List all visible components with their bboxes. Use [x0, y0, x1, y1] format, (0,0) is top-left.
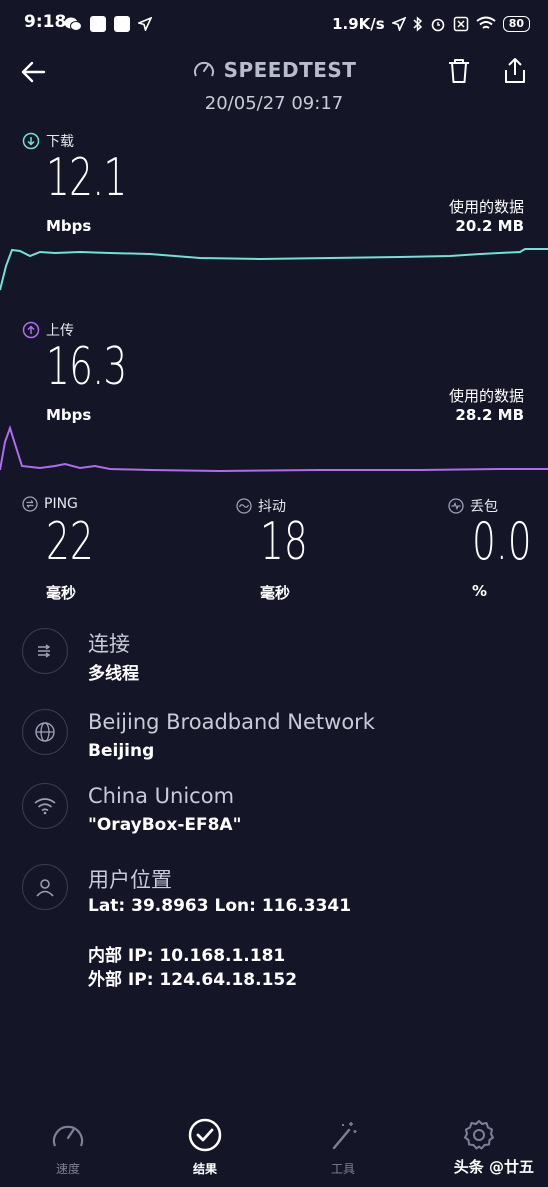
wifi-icon-wrap: [22, 783, 68, 829]
location-arrow-icon: [138, 17, 152, 31]
status-time: 9:18: [24, 12, 67, 32]
download-graph: [0, 248, 548, 291]
telegram-icon: [114, 16, 130, 32]
upload-used-value: 28.2 MB: [455, 406, 524, 424]
upload-graph: [0, 424, 548, 473]
ping-unit: 毫秒: [46, 584, 77, 602]
connection-sub: 多线程: [88, 664, 139, 684]
check-circle-icon: [188, 1118, 222, 1152]
jitter-unit: 毫秒: [260, 584, 291, 602]
nav-tools-label: 工具: [330, 1162, 355, 1176]
ping-icon: [22, 496, 38, 512]
connection-title: 连接: [88, 632, 130, 656]
nav-speed-label: 速度: [55, 1162, 80, 1176]
location-icon-wrap: [22, 864, 68, 910]
external-ip: 外部 IP: 124.64.18.152: [88, 970, 298, 990]
user-icon: [36, 879, 54, 897]
network-speed: 1.9K/s: [332, 15, 385, 33]
nav-tools[interactable]: 工具: [288, 1118, 398, 1177]
ping-value: 22: [46, 512, 94, 572]
ping-label-text: PING: [44, 496, 78, 512]
wifi-title: China Unicom: [88, 784, 235, 808]
wechat-icon: [64, 17, 82, 31]
upload-graph-line: [0, 424, 548, 473]
upload-value: 16.3: [46, 337, 127, 397]
download-value: 12.1: [46, 148, 127, 208]
speedometer-nav-icon: [52, 1125, 84, 1147]
download-used-value: 20.2 MB: [455, 217, 524, 235]
loss-unit: %: [472, 582, 488, 600]
nav-settings[interactable]: [424, 1118, 534, 1156]
share-icon: [505, 58, 525, 83]
notification-icons: [64, 12, 152, 36]
app-badge-icon: [90, 16, 106, 32]
nav-results[interactable]: 结果: [150, 1118, 260, 1177]
location-title: 用户位置: [88, 868, 172, 892]
sim-x-icon: [453, 16, 468, 32]
internal-ip: 内部 IP: 10.168.1.181: [88, 946, 286, 966]
globe-icon: [35, 722, 55, 742]
provider-sub: Beijing: [88, 741, 155, 761]
download-used-label: 使用的数据: [448, 198, 524, 216]
bluetooth-icon: [413, 16, 422, 32]
download-graph-line: [0, 248, 548, 291]
trash-icon: [449, 59, 469, 83]
loss-value: 0.0: [472, 512, 532, 572]
multi-thread-icon: [38, 644, 51, 658]
connection-icon-wrap: [22, 628, 68, 674]
test-datetime: 20/05/27 09:17: [204, 93, 344, 114]
status-right: 1.9K/s 80: [332, 12, 530, 36]
gear-icon: [464, 1120, 494, 1150]
jitter-icon: [236, 498, 252, 514]
packet-loss-icon: [448, 498, 464, 514]
wifi-icon: [34, 798, 56, 815]
jitter-value: 18: [260, 512, 308, 572]
wifi-status-icon: [476, 16, 496, 29]
watermark-text: 头条 @廿五: [453, 1158, 534, 1176]
upload-used-label: 使用的数据: [448, 387, 524, 405]
upload-unit: Mbps: [46, 406, 92, 424]
nav-speed[interactable]: 速度: [13, 1118, 123, 1177]
provider-icon-wrap: [22, 709, 68, 755]
delete-button[interactable]: [444, 56, 474, 86]
download-arrow-icon: [22, 132, 40, 150]
magic-wand-icon: [332, 1122, 357, 1150]
battery-indicator: 80: [502, 16, 530, 32]
location-icon: [391, 17, 406, 31]
share-button[interactable]: [500, 56, 530, 86]
download-unit: Mbps: [46, 217, 92, 235]
alarm-icon: [431, 18, 444, 32]
wifi-sub: "OrayBox-EF8A": [88, 815, 242, 835]
location-latlon: Lat: 39.8963 Lon: 116.3341: [88, 896, 352, 916]
nav-results-label: 结果: [192, 1162, 217, 1176]
ping-label: PING: [22, 496, 78, 512]
provider-title: Beijing Broadband Network: [88, 710, 375, 734]
upload-arrow-icon: [22, 321, 40, 339]
speedometer-icon: [193, 61, 214, 77]
page-title: SPEEDTEST: [223, 58, 357, 82]
